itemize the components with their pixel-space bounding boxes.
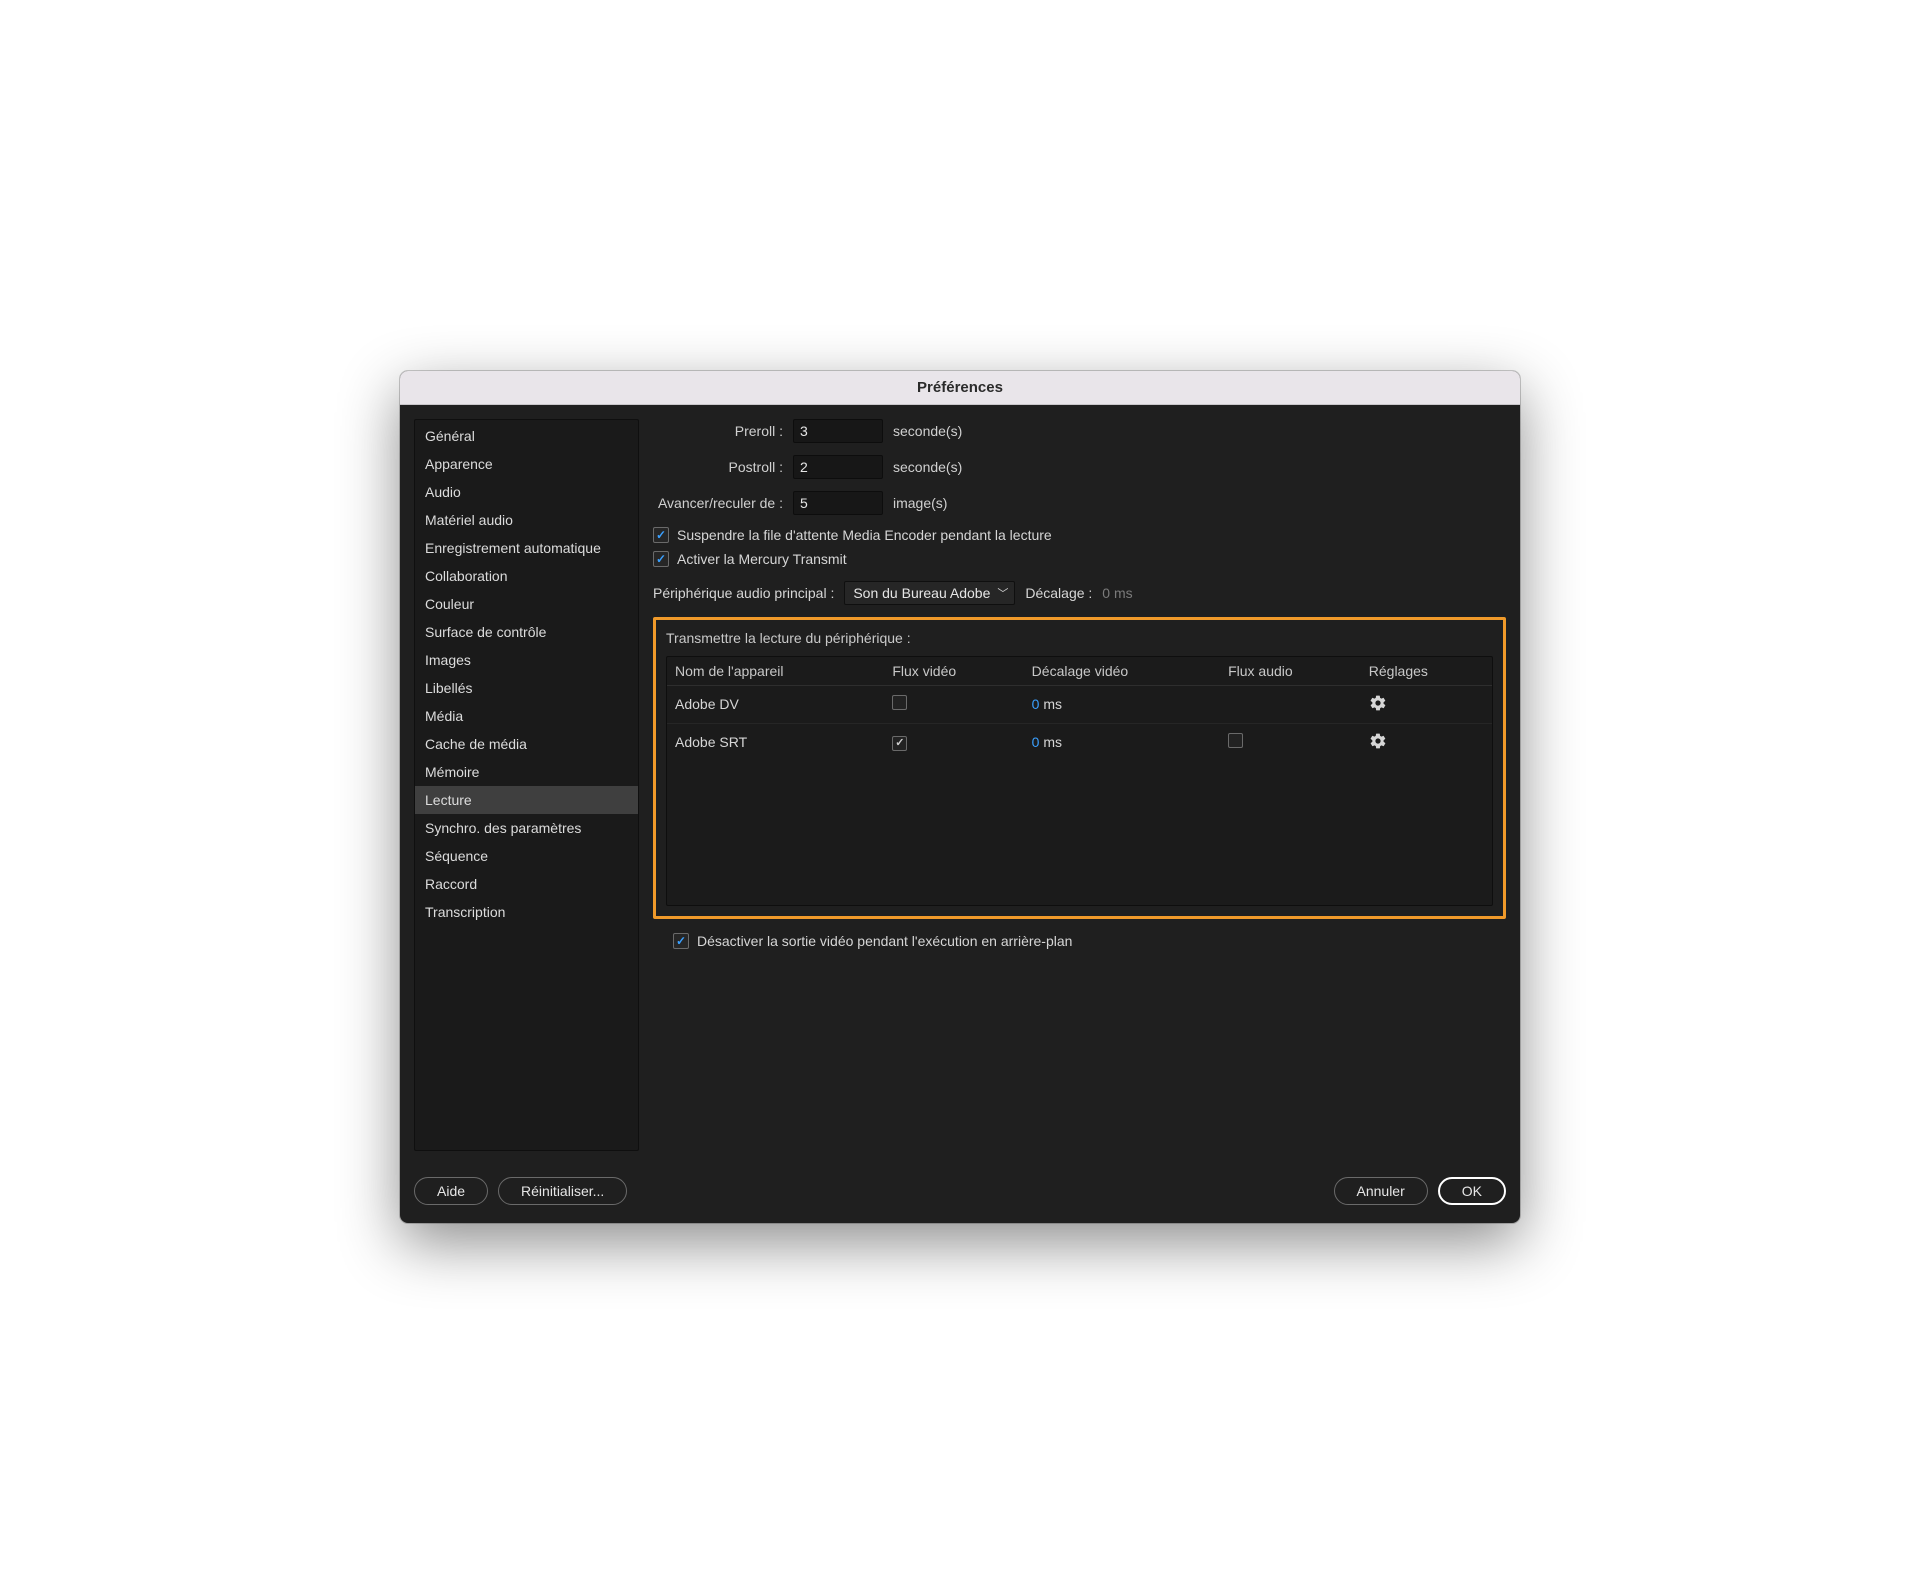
- video-flux-cell: [884, 723, 1023, 761]
- sidebar-item-audio[interactable]: Audio: [415, 478, 638, 506]
- chevron-down-icon: ﹀: [997, 585, 1008, 601]
- audio-flux-checkbox[interactable]: [1228, 733, 1243, 748]
- transmit-row: Adobe SRT 0 ms: [667, 723, 1492, 761]
- audio-device-value: Son du Bureau Adobe: [853, 585, 990, 601]
- col-video-offset: Décalage vidéo: [1024, 657, 1220, 686]
- device-name: Adobe DV: [667, 685, 884, 723]
- main-panel: Preroll : seconde(s) Postroll : seconde(…: [653, 419, 1506, 1151]
- postroll-label: Postroll :: [653, 459, 783, 475]
- window-body: GénéralApparenceAudioMatériel audioEnreg…: [400, 405, 1520, 1165]
- video-offset-cell: 0 ms: [1024, 685, 1220, 723]
- audio-device-select[interactable]: Son du Bureau Adobe ﹀: [844, 581, 1015, 605]
- sidebar-item-m-moire[interactable]: Mémoire: [415, 758, 638, 786]
- video-flux-cell: [884, 685, 1023, 723]
- transmit-section-label: Transmettre la lecture du périphérique :: [666, 630, 1493, 646]
- sidebar-item-couleur[interactable]: Couleur: [415, 590, 638, 618]
- audio-device-label: Périphérique audio principal :: [653, 585, 834, 601]
- col-settings: Réglages: [1361, 657, 1492, 686]
- sidebar-item-m-dia[interactable]: Média: [415, 702, 638, 730]
- preroll-label: Preroll :: [653, 423, 783, 439]
- audio-flux-cell: [1220, 723, 1361, 761]
- help-button[interactable]: Aide: [414, 1177, 488, 1205]
- step-input[interactable]: [793, 491, 883, 515]
- titlebar: Préférences: [400, 371, 1520, 405]
- sidebar-item-raccord[interactable]: Raccord: [415, 870, 638, 898]
- postroll-unit: seconde(s): [893, 459, 962, 475]
- col-video-flux: Flux vidéo: [884, 657, 1023, 686]
- footer: Aide Réinitialiser... Annuler OK: [400, 1165, 1520, 1223]
- mercury-checkbox[interactable]: [653, 551, 669, 567]
- sidebar-item-cache-de-m-dia[interactable]: Cache de média: [415, 730, 638, 758]
- window-title: Préférences: [917, 379, 1003, 396]
- settings-cell: [1361, 723, 1492, 761]
- ok-button[interactable]: OK: [1438, 1177, 1506, 1205]
- sidebar-item-lecture[interactable]: Lecture: [415, 786, 638, 814]
- col-audio-flux: Flux audio: [1220, 657, 1361, 686]
- video-offset-cell: 0 ms: [1024, 723, 1220, 761]
- postroll-row: Postroll : seconde(s): [653, 455, 1506, 479]
- video-flux-checkbox[interactable]: [892, 695, 907, 710]
- bg-video-checkbox[interactable]: [673, 933, 689, 949]
- step-label: Avancer/reculer de :: [653, 495, 783, 511]
- sidebar-item-libell-s[interactable]: Libellés: [415, 674, 638, 702]
- video-flux-checkbox[interactable]: [892, 736, 907, 751]
- bg-video-label: Désactiver la sortie vidéo pendant l'exé…: [697, 933, 1072, 949]
- sidebar-item-s-quence[interactable]: Séquence: [415, 842, 638, 870]
- reset-button[interactable]: Réinitialiser...: [498, 1177, 627, 1205]
- mercury-row: Activer la Mercury Transmit: [653, 551, 1506, 567]
- step-unit: image(s): [893, 495, 947, 511]
- preferences-window: Préférences GénéralApparenceAudioMatérie…: [400, 371, 1520, 1223]
- video-offset-unit: ms: [1039, 696, 1062, 712]
- postroll-input[interactable]: [793, 455, 883, 479]
- sidebar-item-g-n-ral[interactable]: Général: [415, 422, 638, 450]
- video-offset-unit: ms: [1039, 734, 1062, 750]
- bg-video-row: Désactiver la sortie vidéo pendant l'exé…: [673, 933, 1506, 949]
- transmit-highlight-frame: Transmettre la lecture du périphérique :…: [653, 617, 1506, 919]
- settings-cell: [1361, 685, 1492, 723]
- sidebar: GénéralApparenceAudioMatériel audioEnreg…: [414, 419, 639, 1151]
- transmit-table-box: Nom de l'appareil Flux vidéo Décalage vi…: [666, 656, 1493, 906]
- transmit-header-row: Nom de l'appareil Flux vidéo Décalage vi…: [667, 657, 1492, 686]
- audio-device-row: Périphérique audio principal : Son du Bu…: [653, 581, 1506, 605]
- pause-me-row: Suspendre la file d'attente Media Encode…: [653, 527, 1506, 543]
- sidebar-item-apparence[interactable]: Apparence: [415, 450, 638, 478]
- pause-me-checkbox[interactable]: [653, 527, 669, 543]
- cancel-button[interactable]: Annuler: [1334, 1177, 1428, 1205]
- transmit-table: Nom de l'appareil Flux vidéo Décalage vi…: [667, 657, 1492, 761]
- col-name: Nom de l'appareil: [667, 657, 884, 686]
- audio-offset-value: 0 ms: [1102, 585, 1132, 601]
- sidebar-item-enregistrement-automatique[interactable]: Enregistrement automatique: [415, 534, 638, 562]
- gear-icon[interactable]: [1369, 732, 1387, 750]
- gear-icon[interactable]: [1369, 694, 1387, 712]
- preroll-row: Preroll : seconde(s): [653, 419, 1506, 443]
- sidebar-item-mat-riel-audio[interactable]: Matériel audio: [415, 506, 638, 534]
- transmit-row: Adobe DV 0 ms: [667, 685, 1492, 723]
- device-name: Adobe SRT: [667, 723, 884, 761]
- sidebar-item-transcription[interactable]: Transcription: [415, 898, 638, 926]
- mercury-label: Activer la Mercury Transmit: [677, 551, 847, 567]
- sidebar-item-collaboration[interactable]: Collaboration: [415, 562, 638, 590]
- audio-offset-label: Décalage :: [1025, 585, 1092, 601]
- preroll-unit: seconde(s): [893, 423, 962, 439]
- preroll-input[interactable]: [793, 419, 883, 443]
- pause-me-label: Suspendre la file d'attente Media Encode…: [677, 527, 1052, 543]
- sidebar-item-images[interactable]: Images: [415, 646, 638, 674]
- sidebar-item-surface-de-contr-le[interactable]: Surface de contrôle: [415, 618, 638, 646]
- audio-flux-cell: [1220, 685, 1361, 723]
- sidebar-item-synchro-des-param-tres[interactable]: Synchro. des paramètres: [415, 814, 638, 842]
- step-row: Avancer/reculer de : image(s): [653, 491, 1506, 515]
